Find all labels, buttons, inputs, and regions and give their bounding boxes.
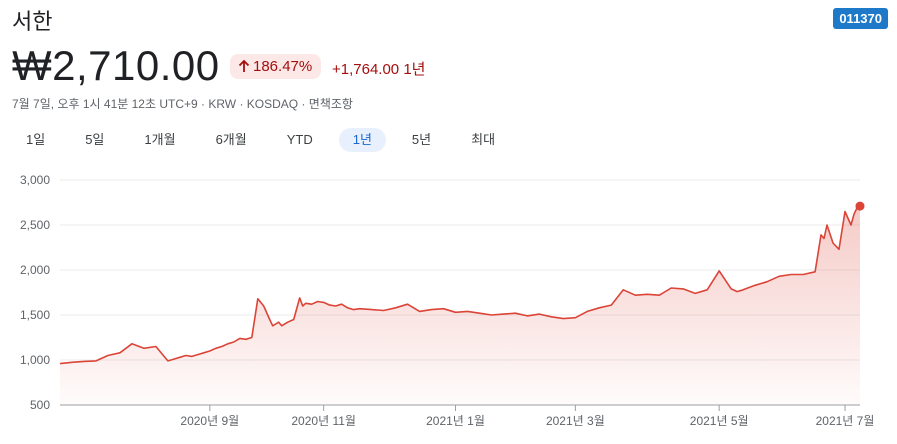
last-price-marker [855,201,865,211]
x-tick-label: 2020년 11월 [291,414,356,428]
price-chart[interactable]: 3,000 2,500 2,000 1,500 1,000 500 2020년 9월 2020… [0,0,897,444]
y-tick-label: 500 [30,398,50,412]
y-tick-label: 3,000 [20,173,50,187]
x-tick-label: 2021년 5월 [690,414,749,428]
price-area [60,206,860,405]
x-tick-label: 2020년 9월 [180,414,239,428]
x-tick-label: 2021년 3월 [546,414,605,428]
y-tick-label: 2,500 [20,218,50,232]
y-tick-label: 2,000 [20,263,50,277]
y-tick-label: 1,500 [20,308,50,322]
x-tick-label: 2021년 7월 [816,414,875,428]
x-tick-label: 2021년 1월 [426,414,485,428]
y-tick-label: 1,000 [20,353,50,367]
